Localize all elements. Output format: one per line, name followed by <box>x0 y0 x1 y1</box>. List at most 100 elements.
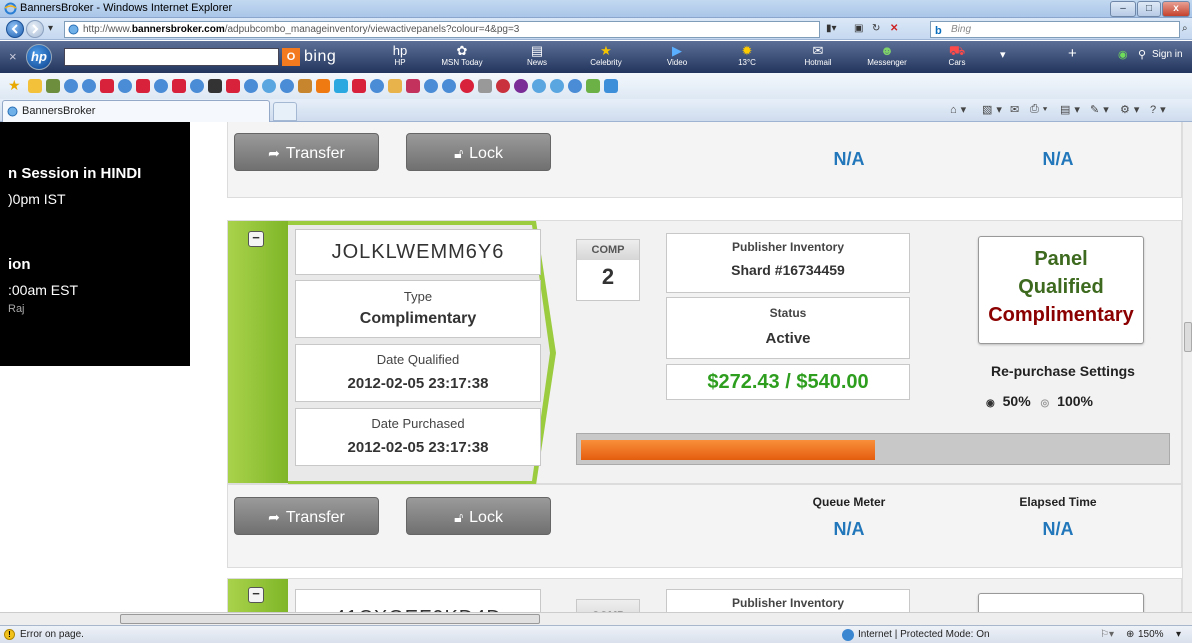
toolbar-item-messenger[interactable]: ☻ Messenger <box>855 43 919 71</box>
favorites-star-icon[interactable]: ★ <box>8 77 22 93</box>
favorite-twitter-icon[interactable] <box>334 79 348 93</box>
hp-logo-icon[interactable]: hp <box>26 44 52 70</box>
vertical-scroll-thumb[interactable] <box>1184 322 1192 352</box>
favorite-ie-icon[interactable] <box>190 79 204 93</box>
favorite-ie-icon[interactable] <box>442 79 456 93</box>
toolbar-more-icon[interactable]: ▾ <box>1000 48 1006 61</box>
status-message[interactable]: Error on page. <box>20 626 84 643</box>
safety-menu-icon[interactable]: ✎▾ <box>1090 103 1113 116</box>
favorite-red-icon[interactable] <box>136 79 150 93</box>
collapse-button[interactable]: − <box>248 587 264 603</box>
favorite-page-icon[interactable] <box>550 79 564 93</box>
favorite-hand-icon[interactable] <box>388 79 402 93</box>
horizontal-scroll-thumb[interactable] <box>120 614 540 624</box>
transfer-button[interactable]: ➦ Transfer <box>234 497 379 535</box>
rss-icon[interactable]: ▣ <box>854 21 863 38</box>
toolbar-item-hp[interactable]: hp HP <box>368 43 432 71</box>
refresh-icon[interactable]: ↻ <box>872 21 880 38</box>
protected-mode-icon[interactable]: ⚐▾ <box>1100 626 1114 643</box>
favorite-ie-icon[interactable] <box>118 79 132 93</box>
bing-logo-icon: b <box>935 25 942 37</box>
hp-small-icon: hp <box>392 43 408 58</box>
feeds-icon[interactable]: ▧▾ <box>982 103 1006 116</box>
option-100-radio[interactable]: ◎ <box>1041 398 1050 409</box>
hp-bing-label[interactable]: bing <box>304 48 336 66</box>
sign-in-link[interactable]: Sign in <box>1152 49 1183 60</box>
maximize-button[interactable]: □ <box>1137 1 1161 17</box>
warning-icon[interactable]: ! <box>4 629 15 640</box>
hp-search-go-button[interactable]: O <box>282 48 300 66</box>
favorite-ie-icon[interactable] <box>280 79 294 93</box>
search-icon[interactable]: ⌕ <box>1182 21 1188 38</box>
compatibility-icon[interactable]: ▮▾ <box>826 21 837 38</box>
favorite-dark-icon[interactable] <box>208 79 222 93</box>
lock-button[interactable]: 🔓︎ Lock <box>406 497 551 535</box>
favorite-red-icon[interactable] <box>172 79 186 93</box>
option-50-radio[interactable]: ◉ <box>986 398 995 409</box>
tab-bannersbroker[interactable]: BannersBroker <box>2 100 270 122</box>
elapsed-time-value: N/A <box>1042 519 1074 539</box>
page-menu-icon[interactable]: ▤▾ <box>1060 103 1084 116</box>
favorite-ie-icon[interactable] <box>82 79 96 93</box>
toolbar-item-hotmail[interactable]: ✉ Hotmail <box>786 43 850 71</box>
horizontal-scrollbar[interactable] <box>0 612 1192 625</box>
url-input[interactable]: http://www.bannersbroker.com/adpubcombo_… <box>64 21 820 38</box>
favorite-ie-icon[interactable] <box>424 79 438 93</box>
hp-search-input[interactable] <box>64 48 279 66</box>
favorite-purple-icon[interactable] <box>514 79 528 93</box>
help-menu-icon[interactable]: ?▾ <box>1150 103 1170 116</box>
security-shield-icon[interactable]: ◉ <box>1118 48 1128 61</box>
transfer-button[interactable]: ➦ Transfer <box>234 133 379 171</box>
minimize-button[interactable]: – <box>1110 1 1136 17</box>
favorite-ie-icon[interactable] <box>154 79 168 93</box>
type-label: Type <box>403 289 433 304</box>
home-icon[interactable]: ⌂▾ <box>950 103 970 116</box>
favorite-blogger-icon[interactable] <box>316 79 330 93</box>
favorite-link-icon[interactable] <box>46 79 60 93</box>
favorite-ie-icon[interactable] <box>244 79 258 93</box>
tools-menu-icon[interactable]: ⚙▾ <box>1120 103 1143 116</box>
favorite-page-icon[interactable] <box>262 79 276 93</box>
toolbar-item-msn-today[interactable]: ✿ MSN Today <box>430 43 494 71</box>
stop-icon[interactable]: ✕ <box>890 21 898 38</box>
previous-panel-actions: ➦ Transfer 🔓︎ Lock N/A N/A <box>227 122 1182 198</box>
favorite-ie-icon[interactable] <box>64 79 78 93</box>
favorite-red-circle-icon[interactable] <box>496 79 510 93</box>
history-dropdown-icon[interactable]: ▾ <box>48 21 53 38</box>
toolbar-item-cars[interactable]: ⛟ Cars <box>925 43 989 71</box>
favorite-page-icon[interactable] <box>532 79 546 93</box>
favorite-people-icon[interactable] <box>586 79 600 93</box>
print-icon[interactable]: ⎙▾ <box>1030 103 1051 116</box>
collapse-button[interactable]: − <box>248 231 264 247</box>
toolbar-item-celebrity[interactable]: ★ Celebrity <box>574 43 638 71</box>
search-input[interactable]: b Bing <box>930 21 1180 38</box>
vertical-scrollbar[interactable] <box>1182 122 1192 612</box>
favorite-box-icon[interactable] <box>478 79 492 93</box>
amount-box: $272.43 / $540.00 <box>666 364 910 400</box>
favorite-ie-icon[interactable] <box>370 79 384 93</box>
zoom-dropdown-icon[interactable]: ▾ <box>1176 626 1181 643</box>
mail-icon[interactable]: ✉ <box>1010 103 1023 116</box>
zoom-level[interactable]: 150% <box>1138 626 1164 643</box>
favorite-ie-icon[interactable] <box>568 79 582 93</box>
lock-button[interactable]: 🔓︎ Lock <box>406 133 551 171</box>
favorite-pen-icon[interactable] <box>406 79 420 93</box>
forward-button[interactable] <box>26 20 44 38</box>
add-favorite-icon[interactable] <box>28 79 42 93</box>
favorite-red-icon[interactable] <box>352 79 366 93</box>
cars-icon: ⛟ <box>948 43 966 58</box>
favorite-people-icon[interactable] <box>298 79 312 93</box>
toolbar-add-button[interactable]: + <box>1068 45 1077 62</box>
favorite-circle-icon[interactable] <box>460 79 474 93</box>
favorite-red-icon[interactable] <box>100 79 114 93</box>
toolbar-item-news[interactable]: ▤ News <box>505 43 569 71</box>
favorite-red-icon[interactable] <box>226 79 240 93</box>
back-button[interactable] <box>6 20 24 38</box>
publisher-inventory-label: Publisher Inventory <box>731 240 845 254</box>
close-button[interactable]: x <box>1162 1 1190 17</box>
favorite-windows-icon[interactable] <box>604 79 618 93</box>
toolbar-close-icon[interactable]: × <box>9 49 17 64</box>
toolbar-item-weather[interactable]: ✹ 13°C <box>715 43 779 71</box>
new-tab-button[interactable] <box>273 102 297 121</box>
toolbar-item-video[interactable]: ▶ Video <box>645 43 709 71</box>
